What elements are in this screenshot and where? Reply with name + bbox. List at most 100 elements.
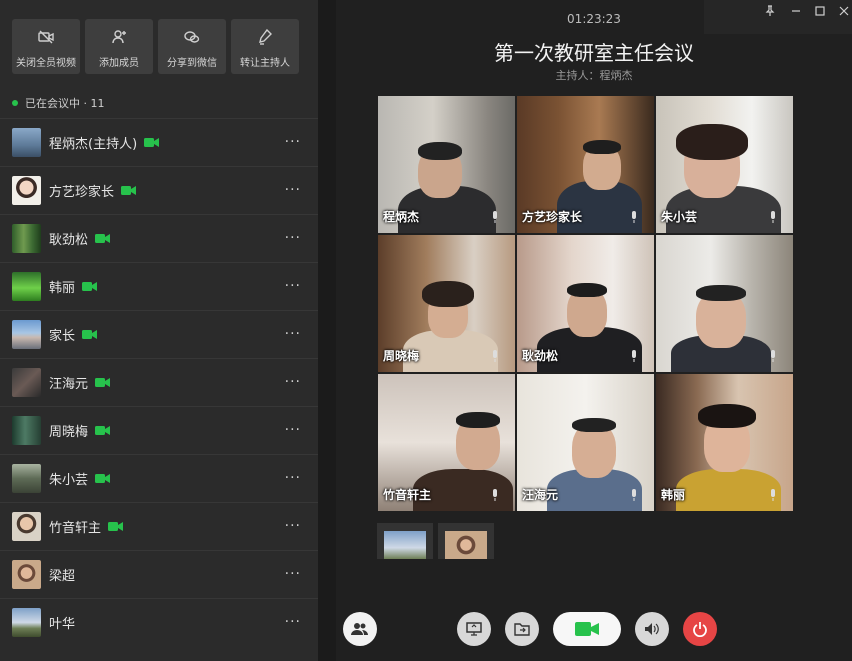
video-tile[interactable]: 韩丽 <box>656 374 793 511</box>
member-name: 韩丽 <box>49 281 76 296</box>
member-item[interactable]: 方艺珍家长 ··· <box>0 166 318 214</box>
avatar <box>12 224 41 253</box>
video-tile[interactable] <box>656 235 793 372</box>
mic-icon <box>632 489 636 501</box>
add-member-button[interactable]: 添加成员 <box>85 19 153 74</box>
member-item[interactable]: 周晓梅 ··· <box>0 406 318 454</box>
participant-hair <box>418 142 462 160</box>
meeting-status: 已在会议中 · 11 <box>12 95 105 111</box>
share-screen-button[interactable] <box>457 612 491 646</box>
more-icon[interactable]: ··· <box>285 518 301 534</box>
participant-hair <box>572 418 616 432</box>
member-list: 程炳杰(主持人) ··· 方艺珍家长 ··· 耿劲松 ··· 韩丽 ··· 家长… <box>0 118 318 646</box>
more-icon[interactable]: ··· <box>285 326 301 342</box>
mic-icon <box>493 350 497 362</box>
members-button[interactable] <box>343 612 377 646</box>
mic-icon <box>771 350 775 362</box>
meeting-host: 主持人：程炳杰 <box>555 69 633 82</box>
share-file-button[interactable] <box>505 612 539 646</box>
camera-on-icon <box>82 282 98 291</box>
more-icon[interactable]: ··· <box>285 374 301 390</box>
more-icon[interactable]: ··· <box>285 134 301 150</box>
avatar <box>12 464 41 493</box>
speaker-button[interactable] <box>635 612 669 646</box>
tile-name: 耿劲松 <box>522 349 559 363</box>
video-tile[interactable]: 耿劲松 <box>517 235 654 372</box>
mic-icon <box>632 350 636 362</box>
member-panel: 关闭全员视频 添加成员 分享到微信 转让主持人 已在会议中 · 11 程炳杰(主… <box>0 0 318 661</box>
member-item[interactable]: 程炳杰(主持人) ··· <box>0 118 318 166</box>
mic-icon <box>493 489 497 501</box>
member-name: 叶华 <box>49 617 76 632</box>
wechat-icon <box>158 28 226 50</box>
avatar <box>12 512 41 541</box>
mic-icon <box>493 211 497 223</box>
video-tile[interactable]: 周晓梅 <box>378 235 515 372</box>
share-to-wechat-button[interactable]: 分享到微信 <box>158 19 226 74</box>
camera-on-icon <box>144 138 160 147</box>
member-name: 周晓梅 <box>49 425 89 440</box>
video-tile[interactable]: 竹音轩主 <box>378 374 515 511</box>
video-tile[interactable]: 朱小芸 <box>656 96 793 233</box>
more-icon[interactable]: ··· <box>285 470 301 486</box>
video-grid: 程炳杰 方艺珍家长 朱小芸 周晓梅 耿劲松 竹音轩主 汪海元 韩丽 <box>378 96 794 512</box>
transfer-host-button[interactable]: 转让主持人 <box>231 19 299 74</box>
participant-hair <box>567 283 607 297</box>
online-dot-icon <box>12 100 18 106</box>
member-name: 耿劲松 <box>49 233 89 248</box>
mute-all-video-button[interactable]: 关闭全员视频 <box>12 19 80 74</box>
avatar <box>12 608 41 637</box>
tile-name: 朱小芸 <box>661 210 698 224</box>
member-name: 竹音轩主 <box>49 521 102 536</box>
avatar <box>12 368 41 397</box>
member-item[interactable]: 汪海元 ··· <box>0 358 318 406</box>
action-label: 添加成员 <box>99 58 139 69</box>
more-icon[interactable]: ··· <box>285 566 301 582</box>
participant-hair <box>676 124 748 160</box>
tile-name: 韩丽 <box>661 488 686 502</box>
member-item[interactable]: 韩丽 ··· <box>0 262 318 310</box>
video-tile[interactable]: 方艺珍家长 <box>517 96 654 233</box>
member-item[interactable]: 竹音轩主 ··· <box>0 502 318 550</box>
transfer-host-icon <box>231 28 299 50</box>
action-label: 转让主持人 <box>240 58 290 69</box>
leave-meeting-button[interactable] <box>683 612 717 646</box>
mic-icon <box>632 211 636 223</box>
more-icon[interactable]: ··· <box>285 182 301 198</box>
camera-on-icon <box>121 186 137 195</box>
member-item[interactable]: 耿劲松 ··· <box>0 214 318 262</box>
participant-hair <box>583 140 621 154</box>
camera-toggle-button[interactable] <box>553 612 621 646</box>
power-icon <box>693 622 707 637</box>
more-icon[interactable]: ··· <box>285 230 301 246</box>
member-item[interactable]: 朱小芸 ··· <box>0 454 318 502</box>
screen-share-icon <box>466 622 482 636</box>
camera-on-icon <box>108 522 124 531</box>
more-icon[interactable]: ··· <box>285 422 301 438</box>
participant-thumbnail[interactable] <box>438 523 494 559</box>
member-item[interactable]: 家长 ··· <box>0 310 318 358</box>
video-tile[interactable]: 程炳杰 <box>378 96 515 233</box>
avatar <box>12 560 41 589</box>
member-name: 方艺珍家长 <box>49 185 115 200</box>
speaker-icon <box>645 623 659 635</box>
participant-thumbnail[interactable] <box>377 523 433 559</box>
member-item[interactable]: 梁超 ··· <box>0 550 318 598</box>
meeting-window: 关闭全员视频 添加成员 分享到微信 转让主持人 已在会议中 · 11 程炳杰(主… <box>0 0 852 661</box>
participant-figure <box>676 469 781 511</box>
more-icon[interactable]: ··· <box>285 614 301 630</box>
member-item[interactable]: 叶华 ··· <box>0 598 318 646</box>
avatar <box>12 272 41 301</box>
video-tile[interactable]: 汪海元 <box>517 374 654 511</box>
camera-on-icon <box>95 474 111 483</box>
member-name: 汪海元 <box>49 377 89 392</box>
camera-on-icon <box>95 378 111 387</box>
participant-hair <box>422 281 474 307</box>
camera-icon <box>575 622 599 636</box>
participant-hair <box>696 285 746 301</box>
thumbnail-image <box>445 531 487 559</box>
camera-on-icon <box>82 330 98 339</box>
file-share-icon <box>514 623 530 636</box>
avatar <box>12 320 41 349</box>
more-icon[interactable]: ··· <box>285 278 301 294</box>
